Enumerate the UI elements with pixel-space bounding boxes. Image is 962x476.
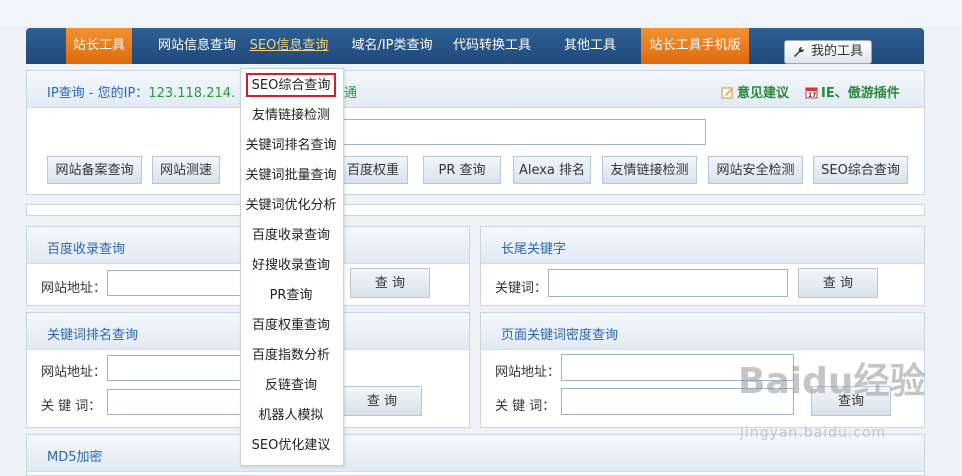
keyword-rank-kw-input[interactable] — [107, 389, 247, 415]
ip-search-input[interactable] — [327, 119, 706, 145]
longtail-title: 长尾关键字 — [501, 242, 567, 257]
keyword-density-title: 页面关键词密度查询 — [501, 328, 619, 343]
feedback-label: 意见建议 — [737, 86, 790, 101]
menu-item-seo-advice[interactable]: SEO优化建议 — [241, 432, 341, 460]
svg-text:17: 17 — [808, 92, 816, 99]
alexa-rank-button[interactable]: Alexa 排名 — [513, 156, 591, 184]
edit-icon — [721, 87, 733, 99]
plugin-link[interactable]: 17 IE、傲游插件 — [805, 82, 900, 101]
ip-info: IP查询 - 您的IP：123.118.214. 5 联通 — [47, 82, 357, 101]
keyword-rank-url-label: 网站地址： — [41, 365, 107, 380]
divider-panel — [26, 204, 925, 216]
top-strip — [0, 0, 962, 26]
menu-item-baidu-weight[interactable]: 百度权重查询 — [241, 312, 341, 340]
baidu-index-url-label: 网站地址： — [41, 281, 107, 296]
beian-button[interactable]: 网站备案查询 — [47, 156, 142, 184]
menu-item-friend-link[interactable]: 友情链接检测 — [241, 102, 341, 130]
menu-item-pr-query[interactable]: PR查询 — [241, 282, 341, 310]
keyword-rank-title: 关键词排名查询 — [47, 328, 139, 343]
keyword-rank-kw-label: 关 键 词： — [41, 399, 102, 414]
baidu-watermark-site: jingyan.baidu.com — [740, 425, 887, 441]
menu-item-keyword-rank[interactable]: 关键词排名查询 — [241, 132, 341, 160]
menu-item-seo-comprehensive[interactable]: SEO综合查询 — [246, 73, 336, 97]
menu-item-keyword-optimize[interactable]: 关键词优化分析 — [241, 192, 341, 220]
nav-item-mobile[interactable]: 站长工具手机版 — [641, 28, 749, 64]
plugin-label: IE、傲游插件 — [821, 86, 900, 101]
menu-item-keyword-batch[interactable]: 关键词批量查询 — [241, 162, 341, 190]
nav-item-site-info[interactable]: 网站信息查询 — [142, 28, 252, 64]
nav-item-code-convert[interactable]: 代码转换工具 — [448, 28, 536, 64]
site-security-button[interactable]: 网站安全检测 — [708, 156, 803, 184]
keyword-density-kw-label: 关 键 词： — [495, 399, 556, 414]
pr-query-button[interactable]: PR 查询 — [423, 156, 501, 184]
friend-link-button[interactable]: 友情链接检测 — [602, 156, 697, 184]
longtail-header: 长尾关键字 — [481, 227, 924, 264]
baidu-watermark: Baidu经验 — [738, 361, 926, 402]
ip-panel-header: IP查询 - 您的IP：123.118.214. 5 联通 意见建议 17 IE、… — [27, 71, 924, 108]
longtail-panel: 长尾关键字 关键词： 查 询 — [480, 226, 925, 306]
menu-item-baidu-trend[interactable]: 百度指数分析 — [241, 342, 341, 370]
baidu-index-query-button[interactable]: 查 询 — [350, 268, 430, 298]
wrench-icon — [794, 46, 805, 57]
nav-item-domain-ip[interactable]: 域名/IP类查询 — [342, 28, 442, 64]
menu-item-backlink[interactable]: 反链查询 — [241, 372, 341, 400]
menu-item-baidu-index[interactable]: 百度收录查询 — [241, 222, 341, 250]
ip-query-panel: IP查询 - 您的IP：123.118.214. 5 联通 意见建议 17 IE、… — [26, 70, 925, 195]
menu-item-haosou-index[interactable]: 好搜收录查询 — [241, 252, 341, 280]
seo-dropdown-menu: SEO综合查询 友情链接检测 关键词排名查询 关键词批量查询 关键词优化分析 百… — [240, 68, 344, 466]
keyword-rank-query-button[interactable]: 查 询 — [342, 386, 422, 416]
baidu-index-title: 百度收录查询 — [47, 242, 126, 257]
ip-label: IP查询 - 您的IP： — [47, 86, 149, 101]
longtail-kw-input[interactable] — [548, 269, 788, 297]
speed-test-button[interactable]: 网站测速 — [152, 156, 220, 184]
feedback-link[interactable]: 意见建议 — [721, 82, 789, 101]
baidu-weight-button[interactable]: 百度权重 — [338, 156, 408, 184]
nav-item-seo-info[interactable]: SEO信息查询 — [246, 28, 332, 64]
my-tools-button[interactable]: 我的工具 — [784, 40, 872, 64]
nav-item-webmaster-tools[interactable]: 站长工具 — [66, 28, 132, 64]
longtail-kw-label: 关键词： — [495, 281, 548, 296]
longtail-query-button[interactable]: 查 询 — [798, 268, 878, 298]
keyword-density-url-label: 网站地址： — [495, 365, 561, 380]
menu-item-robot-sim[interactable]: 机器人模拟 — [241, 402, 341, 430]
seo-comprehensive-button[interactable]: SEO综合查询 — [813, 156, 908, 184]
ip-value: 123.118.214. — [148, 86, 236, 101]
nav-item-other-tools[interactable]: 其他工具 — [552, 28, 628, 64]
baidu-index-url-input[interactable] — [107, 270, 247, 296]
keyword-density-header: 页面关键词密度查询 — [481, 313, 924, 350]
keyword-rank-url-input[interactable] — [107, 355, 247, 381]
md5-title: MD5加密 — [47, 450, 103, 465]
my-tools-label: 我的工具 — [811, 44, 864, 59]
calendar-icon: 17 — [805, 87, 818, 99]
